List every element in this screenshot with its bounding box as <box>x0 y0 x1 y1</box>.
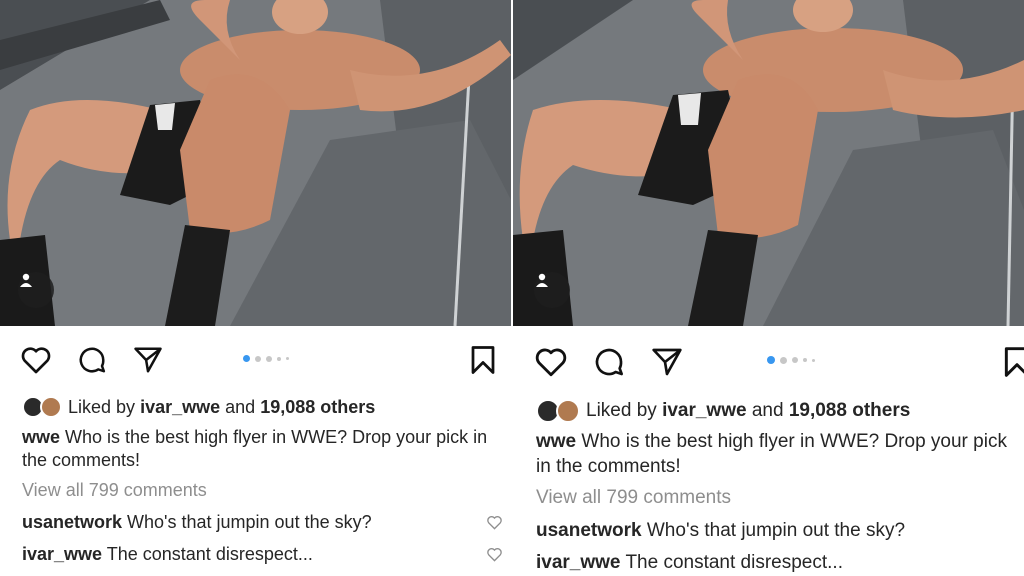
comment-user[interactable]: ivar_wwe <box>536 552 621 573</box>
user-tag-icon[interactable] <box>18 272 54 308</box>
liked-by-count[interactable]: 19,088 others <box>789 400 910 421</box>
small-heart-icon[interactable] <box>486 515 503 535</box>
comment-user[interactable]: ivar_wwe <box>22 544 102 564</box>
carousel-dot <box>266 355 272 362</box>
carousel-dot <box>780 356 787 364</box>
liked-by-count[interactable]: 19,088 others <box>260 397 375 417</box>
carousel-dot <box>812 358 815 362</box>
carousel-indicator <box>767 356 815 364</box>
comment-row: ivar_wwe The constant disrespect... <box>536 552 843 574</box>
comment-user[interactable]: usanetwork <box>22 512 122 532</box>
carousel-dot <box>255 355 261 362</box>
comment-icon[interactable] <box>77 345 107 380</box>
carousel-dot <box>792 357 798 363</box>
comment-row: usanetwork Who's that jumpin out the sky… <box>22 512 372 533</box>
caption-text: Who is the best high flyer in WWE? Drop … <box>536 431 1007 477</box>
carousel-dot <box>803 358 807 362</box>
view-all-comments[interactable]: View all 799 comments <box>536 487 731 509</box>
liked-by-prefix: Liked by <box>586 400 657 421</box>
carousel-dot <box>277 356 281 361</box>
view-all-comments[interactable]: View all 799 comments <box>22 480 207 501</box>
post-caption: wwe Who is the best high flyer in WWE? D… <box>22 426 492 473</box>
post-caption: wwe Who is the best high flyer in WWE? D… <box>536 430 1021 479</box>
user-tag-icon[interactable] <box>534 272 570 308</box>
wrestler-photo <box>513 0 1024 326</box>
caption-user[interactable]: wwe <box>536 431 576 452</box>
comment-text: The constant disrespect... <box>625 552 843 573</box>
heart-icon[interactable] <box>534 346 568 383</box>
liked-by-prefix: Liked by <box>68 396 136 417</box>
post-panel-right: Liked by ivar_wwe and 19,088 others wwe … <box>513 0 1024 576</box>
wrestler-photo <box>0 0 511 326</box>
liked-by-mid: and <box>225 396 256 417</box>
liked-by-user[interactable]: ivar_wwe <box>140 397 220 417</box>
comment-row: ivar_wwe The constant disrespect... <box>22 544 313 565</box>
liked-by-user[interactable]: ivar_wwe <box>662 400 747 421</box>
likes-row[interactable]: Liked by ivar_wwe and 19,088 others <box>536 399 910 423</box>
small-heart-icon[interactable] <box>486 547 503 567</box>
carousel-dot <box>767 356 775 364</box>
post-panel-left: Liked by ivar_wwe and 19,088 others wwe … <box>0 0 511 576</box>
post-photo[interactable] <box>513 0 1024 326</box>
carousel-indicator <box>243 355 289 362</box>
comment-user[interactable]: usanetwork <box>536 520 642 541</box>
carousel-dot <box>243 355 250 362</box>
comment-text: Who's that jumpin out the sky? <box>127 512 372 532</box>
action-bar <box>0 326 511 392</box>
comment-text: Who's that jumpin out the sky? <box>646 520 906 541</box>
post-photo[interactable] <box>0 0 511 326</box>
share-icon[interactable] <box>133 345 163 380</box>
carousel-dot <box>286 357 289 360</box>
caption-user[interactable]: wwe <box>22 427 60 447</box>
share-icon[interactable] <box>651 346 683 383</box>
comment-text: The constant disrespect... <box>106 544 313 564</box>
comment-row: usanetwork Who's that jumpin out the sky… <box>536 520 905 542</box>
bookmark-icon[interactable] <box>470 345 496 380</box>
liker-avatar <box>556 399 580 423</box>
caption-text: Who is the best high flyer in WWE? Drop … <box>22 427 488 471</box>
action-bar <box>513 326 1024 392</box>
comment-icon[interactable] <box>593 346 625 383</box>
liker-avatar <box>40 396 62 418</box>
bookmark-icon[interactable] <box>1003 346 1024 383</box>
liked-by-mid: and <box>751 400 784 421</box>
likes-row[interactable]: Liked by ivar_wwe and 19,088 others <box>22 396 375 418</box>
heart-icon[interactable] <box>20 345 52 380</box>
